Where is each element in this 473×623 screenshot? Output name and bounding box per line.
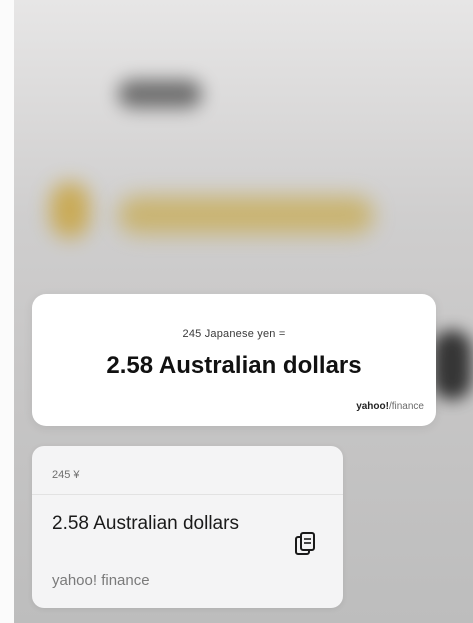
suggestion-card[interactable]: 245 ¥ 2.58 Australian dollars yahoo! fin…	[32, 446, 343, 608]
copy-button[interactable]	[290, 530, 320, 560]
suggestion-answer-text: 2.58 Australian dollars	[52, 513, 239, 534]
blurred-back-label	[118, 196, 374, 234]
result-answer-text: 2.58 Australian dollars	[106, 352, 362, 379]
background-left-edge	[0, 0, 14, 623]
result-source-suffix: finance	[391, 401, 424, 412]
blurred-time	[118, 80, 202, 108]
suggestion-source-text: yahoo! finance	[52, 572, 150, 589]
conversion-result-card[interactable]: 245 Japanese yen = 2.58 Australian dolla…	[32, 294, 436, 426]
copy-icon	[295, 532, 315, 555]
suggestion-divider	[32, 494, 343, 495]
result-source-label: yahoo!/finance	[356, 401, 424, 412]
result-source-brand: yahoo!	[356, 401, 389, 412]
suggestion-query-text: 245 ¥	[52, 469, 80, 481]
blurred-dark-element	[432, 330, 472, 400]
result-query-text: 245 Japanese yen =	[182, 328, 286, 340]
blurred-back-chevron	[50, 182, 90, 238]
